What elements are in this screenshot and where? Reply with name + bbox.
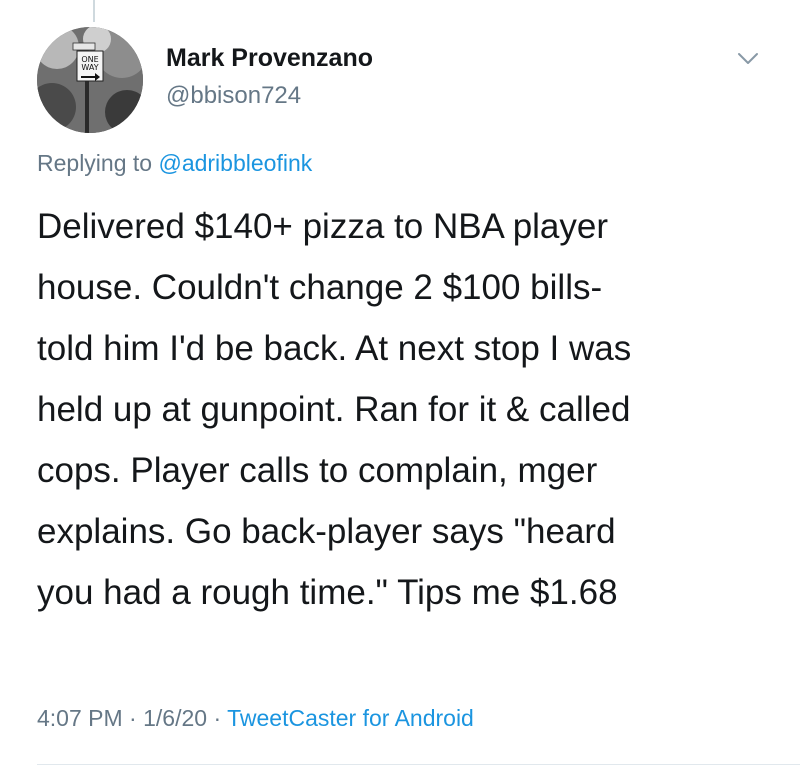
author-name[interactable]: Mark Provenzano [166,44,373,73]
thread-connector-line [93,0,95,22]
tweet-time[interactable]: 4:07 PM [37,705,123,731]
reply-target-link[interactable]: @adribbleofink [158,150,312,176]
tweet-line: held up at gunpoint. Ran for it & called [37,390,631,429]
tweet-text: Delivered $140+ pizza to NBA player hous… [37,196,777,623]
tweet-line: explains. Go back-player says "heard [37,512,616,551]
replying-to: Replying to @adribbleofink [37,150,312,177]
author-handle[interactable]: @bbison724 [166,82,301,110]
tweet-date[interactable]: 1/6/20 [143,705,207,731]
avatar[interactable]: ONE WAY [37,27,143,133]
divider [37,764,800,765]
tweet-line: house. Couldn't change 2 $100 bills- [37,268,603,307]
tweet-line: told him I'd be back. At next stop I was [37,329,632,368]
tweet-line: cops. Player calls to complain, mger [37,451,598,490]
replying-to-prefix: Replying to [37,150,159,176]
chevron-down-icon[interactable] [737,51,759,67]
tweet-line: you had a rough time." Tips me $1.68 [37,573,618,612]
tweet-meta: 4:07 PM · 1/6/20 · TweetCaster for Andro… [37,705,474,732]
avatar-photo: ONE WAY [37,27,143,133]
avatar-sign-line2: WAY [81,63,98,72]
tweet-line: Delivered $140+ pizza to NBA player [37,207,609,246]
meta-separator: · [129,705,137,731]
tweet-source-link[interactable]: TweetCaster for Android [227,705,474,731]
meta-separator: · [213,705,222,731]
